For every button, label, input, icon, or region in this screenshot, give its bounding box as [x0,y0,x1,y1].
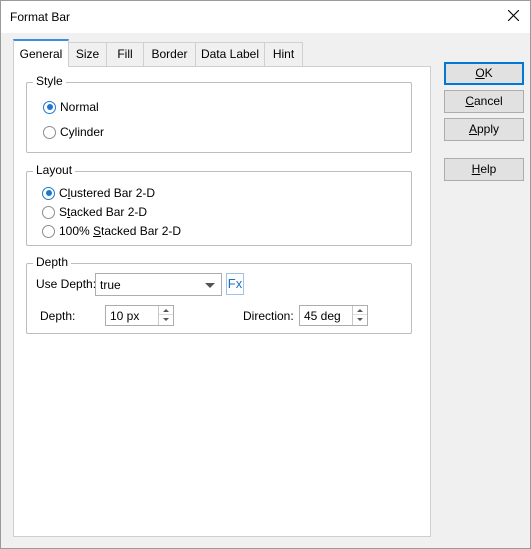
tab-general[interactable]: General [13,39,69,67]
tab-size[interactable]: Size [68,42,107,66]
radio-button-checked[interactable] [43,100,56,114]
chevron-down-icon[interactable] [205,283,215,288]
tab-label: Fill [117,47,133,61]
spin-up-icon[interactable] [353,306,367,315]
tab-fill[interactable]: Fill [106,42,144,66]
radio-clustered-label: Clustered Bar 2-D [59,186,156,200]
tab-label: Data Label [200,47,260,61]
direction-label: Direction: [243,309,294,323]
style-group: Style Normal Cylinder [26,74,412,153]
use-depth-value: true [100,278,121,292]
direction-value: 45 deg [304,309,341,323]
direction-spin-buttons [352,306,367,325]
style-group-title: Style [33,74,66,88]
fx-icon: Fx [227,276,243,291]
spin-down-icon[interactable] [159,315,173,324]
radio-cylinder[interactable]: Cylinder [43,124,104,140]
direction-spinner[interactable]: 45 deg [299,305,368,326]
tab-label: General [19,47,63,61]
tab-label: Size [75,47,100,61]
apply-button[interactable]: Apply [444,118,524,141]
spin-up-icon[interactable] [159,306,173,315]
radio-normal-label: Normal [60,100,99,114]
tab-data-label[interactable]: Data Label [195,42,265,66]
tab-label: Hint [272,47,295,61]
radio-button[interactable] [43,125,56,139]
radio-button[interactable] [42,205,55,219]
use-depth-label: Use Depth: [36,277,97,291]
use-depth-combo[interactable]: true [95,273,222,296]
tab-hint[interactable]: Hint [264,42,303,66]
formula-button[interactable]: Fx [226,273,244,295]
depth-label: Depth: [40,309,76,323]
format-bar-dialog: Format Bar General Size Fill Border Data… [0,0,531,549]
depth-spin-buttons [158,306,173,325]
radio-stacked-bar[interactable]: Stacked Bar 2-D [42,204,147,220]
title-bar: Format Bar [1,1,530,33]
radio-clustered-bar[interactable]: Clustered Bar 2-D [42,185,155,201]
close-button[interactable] [498,1,530,31]
radio-stacked-label: Stacked Bar 2-D [59,205,148,219]
depth-group: Depth Use Depth: true Fx Depth: 10 px Di… [26,255,412,334]
spin-down-icon[interactable] [353,315,367,324]
radio-100-stacked-label: 100% Stacked Bar 2-D [59,224,182,238]
depth-group-title: Depth [33,255,72,269]
radio-cylinder-label: Cylinder [60,125,105,139]
ok-button[interactable]: OK [444,62,524,85]
window-title: Format Bar [10,10,71,24]
general-tab-panel: Style Normal Cylinder Layout Clustered B… [13,66,431,537]
layout-group: Layout Clustered Bar 2-D Stacked Bar 2-D… [26,163,412,246]
depth-spinner[interactable]: 10 px [105,305,174,326]
layout-group-title: Layout [33,163,76,177]
close-icon [508,10,519,21]
tab-border[interactable]: Border [143,42,196,66]
depth-value: 10 px [110,309,140,323]
cancel-button[interactable]: Cancel [444,90,524,113]
radio-normal[interactable]: Normal [43,99,99,115]
radio-100-stacked-bar[interactable]: 100% Stacked Bar 2-D [42,223,181,239]
help-button[interactable]: Help [444,158,524,181]
radio-button[interactable] [42,224,55,238]
radio-button-checked[interactable] [42,186,55,200]
tab-label: Border [151,47,188,61]
